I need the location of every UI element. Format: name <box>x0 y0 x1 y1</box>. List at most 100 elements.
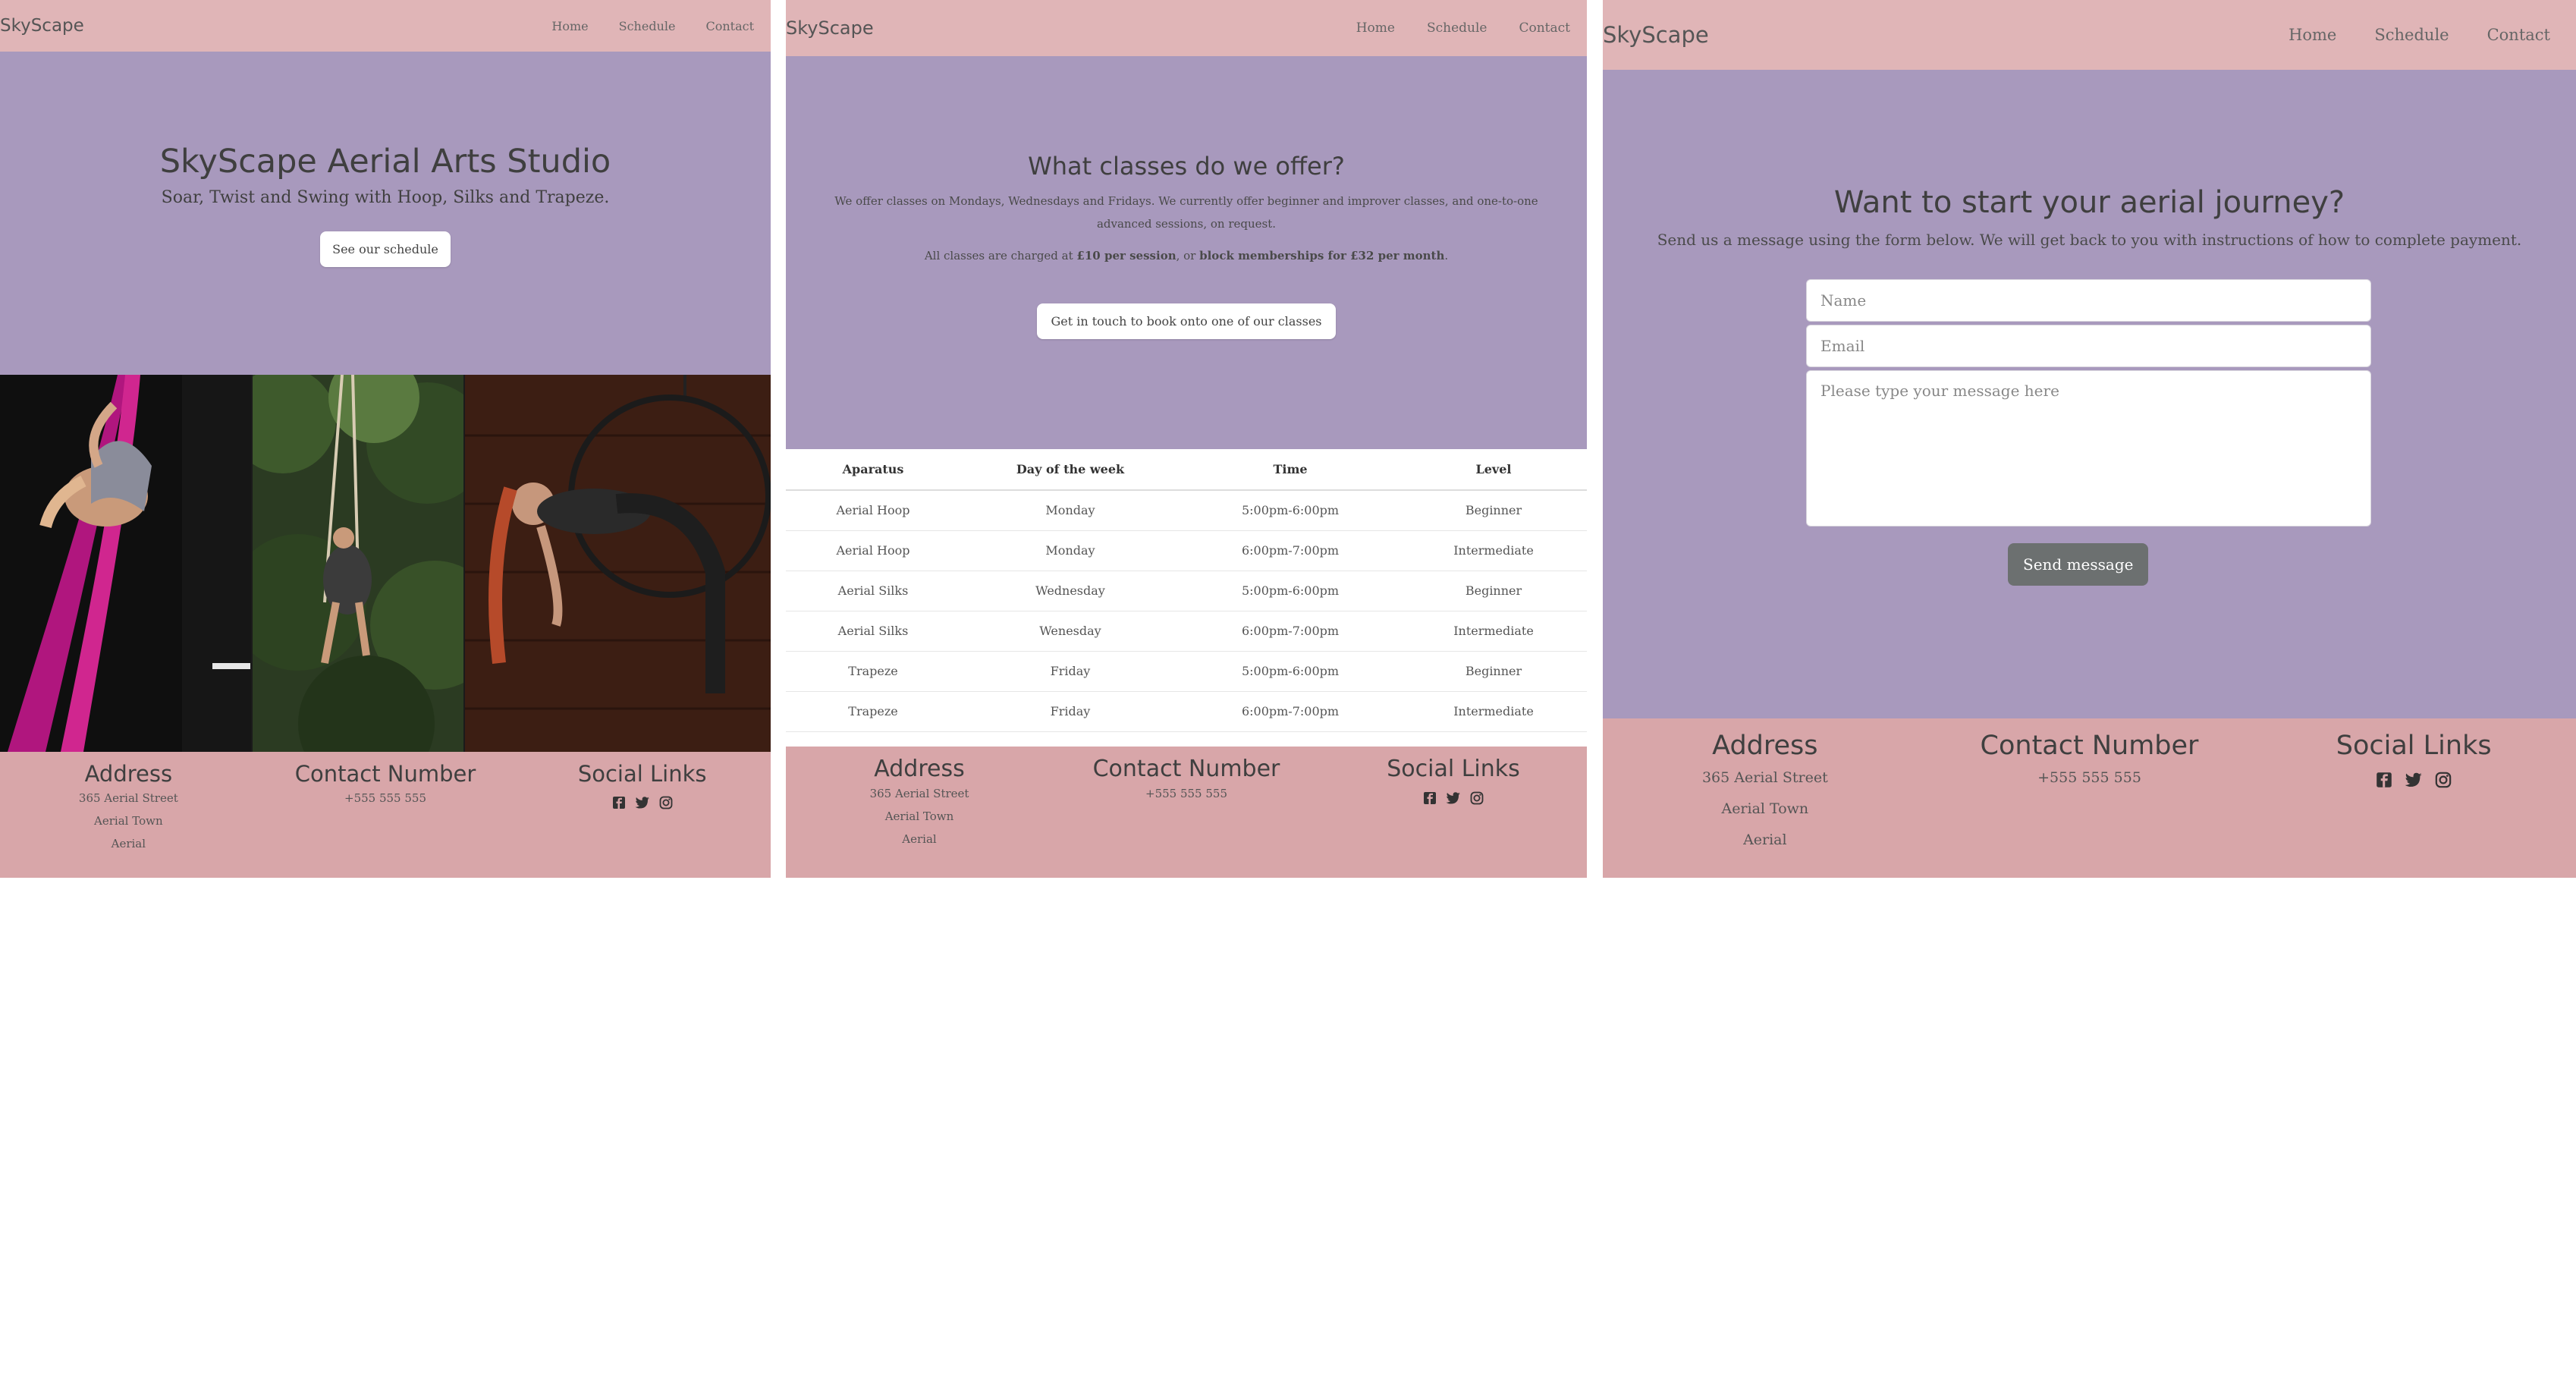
see-schedule-button[interactable]: See our schedule <box>320 231 451 267</box>
hero-title: SkyScape Aerial Arts Studio <box>159 143 611 181</box>
address-line: 365 Aerial Street <box>78 791 178 805</box>
nav-links: Home Schedule Contact <box>1324 20 1570 36</box>
send-message-button[interactable]: Send message <box>2008 543 2149 586</box>
cell-day: Monday <box>960 530 1180 571</box>
address-line: Aerial <box>1743 831 1787 848</box>
social-column: Social Links <box>2251 718 2576 878</box>
cell-level: Intermediate <box>1400 530 1587 571</box>
contact-title: Want to start your aerial journey? <box>1833 185 2345 220</box>
contact-intro: Send us a message using the form below. … <box>1657 231 2522 249</box>
cell-apparatus: Aerial Hoop <box>786 530 960 571</box>
navbar: SkyScape Home Schedule Contact <box>0 0 771 52</box>
aerial-silks-photo <box>0 375 253 752</box>
schedule-table: Aparatus Day of the week Time Level Aeri… <box>786 449 1587 732</box>
facebook-icon[interactable] <box>612 796 626 809</box>
cell-apparatus: Aerial Silks <box>786 611 960 652</box>
address-line: Aerial <box>902 832 937 846</box>
column-header: Level <box>1400 449 1587 491</box>
nav-home[interactable]: Home <box>1356 20 1395 36</box>
facebook-icon[interactable] <box>1423 791 1437 805</box>
cell-time: 6:00pm-7:00pm <box>1180 530 1400 571</box>
twitter-icon[interactable] <box>1446 791 1461 805</box>
cell-time: 5:00pm-6:00pm <box>1180 571 1400 611</box>
social-heading: Social Links <box>2336 731 2492 761</box>
contact-section: Want to start your aerial journey? Send … <box>1603 70 2576 718</box>
column-header: Time <box>1180 449 1400 491</box>
social-links <box>1320 791 1587 805</box>
cell-day: Friday <box>960 691 1180 732</box>
brand-logo[interactable]: SkyScape <box>786 17 874 39</box>
email-field[interactable] <box>1806 325 2371 367</box>
nav-schedule[interactable]: Schedule <box>2374 26 2449 44</box>
address-line: Aerial Town <box>884 809 954 823</box>
cell-level: Intermediate <box>1400 611 1587 652</box>
navbar: SkyScape Home Schedule Contact <box>786 0 1587 56</box>
pricing-text: All classes are charged at £10 per sessi… <box>924 249 1449 262</box>
hero-subtitle: Soar, Twist and Swing with Hoop, Silks a… <box>161 188 610 207</box>
phone-heading: Contact Number <box>1980 731 2199 761</box>
cell-level: Beginner <box>1400 651 1587 692</box>
nav-contact[interactable]: Contact <box>705 19 754 33</box>
name-field[interactable] <box>1806 279 2371 322</box>
cell-apparatus: Aerial Hoop <box>786 490 960 531</box>
book-class-button[interactable]: Get in touch to book onto one of our cla… <box>1037 303 1336 339</box>
message-field[interactable] <box>1806 370 2371 527</box>
cell-level: Intermediate <box>1400 691 1587 732</box>
social-column: Social Links <box>1320 747 1587 878</box>
phone-number: +555 555 555 <box>1145 787 1227 800</box>
address-column: Address 365 Aerial Street Aerial Town Ae… <box>0 752 257 878</box>
site-footer: Address 365 Aerial Street Aerial Town Ae… <box>0 752 771 878</box>
table-row: Aerial Hoop Monday 5:00pm-6:00pm Beginner <box>786 490 1587 531</box>
nav-schedule[interactable]: Schedule <box>1427 20 1487 36</box>
twitter-icon[interactable] <box>635 796 650 809</box>
phone-heading: Contact Number <box>1092 756 1280 782</box>
address-line: Aerial Town <box>1721 800 1809 817</box>
cell-day: Wednesday <box>960 571 1180 611</box>
nav-links: Home Schedule Contact <box>2251 26 2550 44</box>
instagram-icon[interactable] <box>1470 791 1484 805</box>
classes-section: What classes do we offer? We offer class… <box>786 56 1587 449</box>
nav-home[interactable]: Home <box>551 19 588 33</box>
table-row: Aerial Silks Wenesday 6:00pm-7:00pm Interme… <box>786 611 1587 652</box>
brand-logo[interactable]: SkyScape <box>1603 22 1709 48</box>
cell-level: Beginner <box>1400 490 1587 531</box>
social-links <box>514 796 771 809</box>
social-links <box>2251 772 2576 788</box>
cell-apparatus: Aerial Silks <box>786 571 960 611</box>
phone-column: Contact Number +555 555 555 <box>257 752 514 878</box>
phone-number: +555 555 555 <box>2037 769 2141 786</box>
nav-home[interactable]: Home <box>2289 26 2336 44</box>
column-header: Day of the week <box>960 449 1180 491</box>
cell-apparatus: Trapeze <box>786 691 960 732</box>
table-row: Trapeze Friday 5:00pm-6:00pm Beginner <box>786 651 1587 692</box>
phone-heading: Contact Number <box>294 761 476 787</box>
price-membership: block memberships for £32 per month <box>1199 249 1445 262</box>
instagram-icon[interactable] <box>2435 772 2452 788</box>
nav-schedule[interactable]: Schedule <box>619 19 676 33</box>
cell-level: Beginner <box>1400 571 1587 611</box>
phone-column: Contact Number +555 555 555 <box>1927 718 2252 878</box>
table-row: Trapeze Friday 6:00pm-7:00pm Intermediate <box>786 691 1587 732</box>
instagram-icon[interactable] <box>659 796 673 809</box>
classes-intro: We offer classes on Mondays, Wednesdays … <box>834 194 1538 231</box>
site-footer: Address 365 Aerial Street Aerial Town Ae… <box>786 747 1587 878</box>
photo-gallery <box>0 375 771 752</box>
nav-contact[interactable]: Contact <box>2487 26 2550 44</box>
social-heading: Social Links <box>1387 756 1520 782</box>
address-heading: Address <box>84 761 173 787</box>
cell-time: 6:00pm-7:00pm <box>1180 691 1400 732</box>
brand-logo[interactable]: SkyScape <box>0 16 84 36</box>
classes-title: What classes do we offer? <box>1028 152 1345 181</box>
nav-links: Home Schedule Contact <box>521 19 754 33</box>
twitter-icon[interactable] <box>2405 772 2423 788</box>
aerial-rope-forest-photo <box>253 375 465 752</box>
table-row: Aerial Silks Wednesday 5:00pm-6:00pm Beginn… <box>786 571 1587 611</box>
nav-contact[interactable]: Contact <box>1519 20 1570 36</box>
cell-day: Wenesday <box>960 611 1180 652</box>
cell-time: 5:00pm-6:00pm <box>1180 490 1400 531</box>
schedule-page-screenshot: SkyScape Home Schedule Contact What clas… <box>786 0 1587 878</box>
facebook-icon[interactable] <box>2376 772 2392 788</box>
social-column: Social Links <box>514 752 771 878</box>
home-page-screenshot: SkyScape Home Schedule Contact SkyScape … <box>0 0 771 878</box>
cell-apparatus: Trapeze <box>786 651 960 692</box>
